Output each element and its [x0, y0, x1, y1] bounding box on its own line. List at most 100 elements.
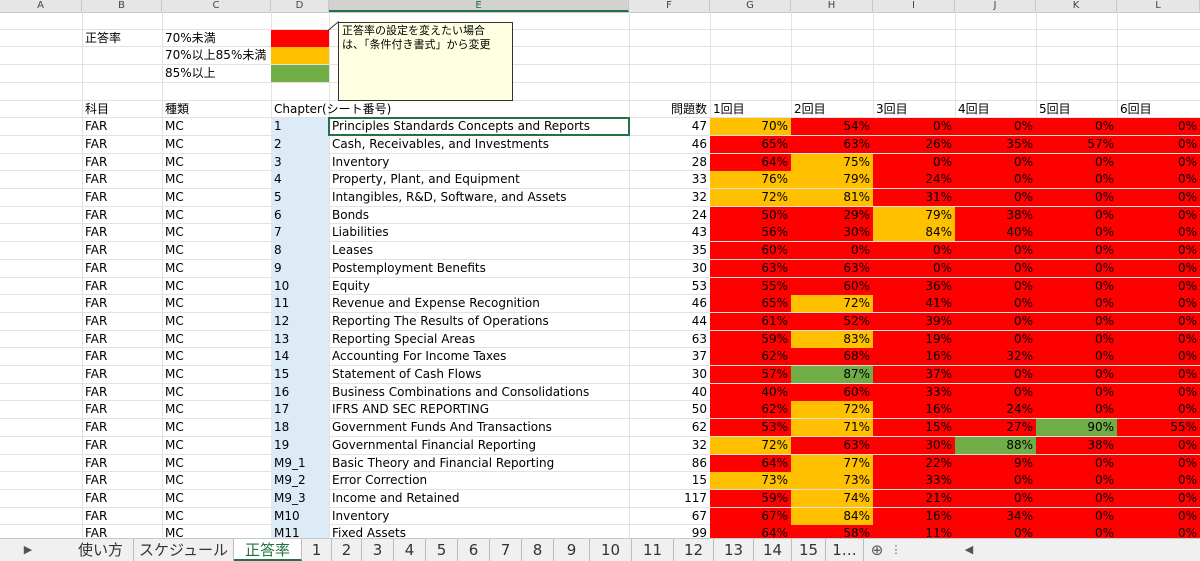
column-header-l[interactable]: L — [1117, 0, 1200, 12]
column-header-h[interactable]: H — [791, 0, 873, 12]
score-cell[interactable]: 67% — [710, 508, 791, 525]
score-cell[interactable]: 32% — [955, 348, 1036, 365]
count-cell[interactable]: 117 — [629, 490, 710, 507]
type-cell[interactable]: MC — [162, 384, 271, 401]
chapter-cell[interactable]: M9_2 — [271, 472, 329, 489]
score-cell[interactable]: 0% — [1117, 508, 1200, 525]
type-cell[interactable]: MC — [162, 154, 271, 171]
score-cell[interactable]: 72% — [791, 295, 873, 312]
score-cell[interactable]: 27% — [955, 419, 1036, 436]
title-cell[interactable]: Inventory — [329, 508, 629, 525]
chapter-cell[interactable]: 3 — [271, 154, 329, 171]
type-cell[interactable]: MC — [162, 401, 271, 418]
chapter-cell[interactable]: 9 — [271, 260, 329, 277]
title-cell[interactable]: Business Combinations and Consolidations — [329, 384, 629, 401]
score-cell[interactable]: 0% — [1036, 525, 1117, 538]
type-cell[interactable]: MC — [162, 260, 271, 277]
title-cell[interactable]: IFRS AND SEC REPORTING — [329, 401, 629, 418]
column-header-a[interactable]: A — [0, 0, 82, 12]
score-cell[interactable]: 24% — [873, 171, 955, 188]
score-cell[interactable]: 60% — [791, 384, 873, 401]
title-cell[interactable]: Basic Theory and Financial Reporting — [329, 455, 629, 472]
type-cell[interactable]: MC — [162, 331, 271, 348]
score-cell[interactable]: 63% — [791, 437, 873, 454]
subject-cell[interactable]: FAR — [82, 455, 162, 472]
score-cell[interactable]: 26% — [873, 136, 955, 153]
score-cell[interactable]: 0% — [1036, 260, 1117, 277]
count-cell[interactable]: 53 — [629, 278, 710, 295]
score-cell[interactable]: 56% — [710, 224, 791, 241]
score-cell[interactable]: 72% — [791, 401, 873, 418]
type-cell[interactable]: MC — [162, 313, 271, 330]
count-cell[interactable]: 30 — [629, 366, 710, 383]
type-cell[interactable]: MC — [162, 207, 271, 224]
score-cell[interactable]: 0% — [1117, 224, 1200, 241]
score-cell[interactable]: 0% — [955, 278, 1036, 295]
column-header-k[interactable]: K — [1036, 0, 1117, 12]
score-cell[interactable]: 62% — [710, 348, 791, 365]
count-cell[interactable]: 46 — [629, 136, 710, 153]
count-cell[interactable]: 62 — [629, 419, 710, 436]
score-cell[interactable]: 0% — [1117, 525, 1200, 538]
sheet-tab[interactable]: 7 — [490, 539, 522, 561]
score-cell[interactable]: 19% — [873, 331, 955, 348]
score-cell[interactable]: 54% — [791, 118, 873, 135]
score-cell[interactable]: 74% — [791, 490, 873, 507]
sheet-tab[interactable]: 8 — [522, 539, 554, 561]
chapter-cell[interactable]: 17 — [271, 401, 329, 418]
subject-cell[interactable]: FAR — [82, 490, 162, 507]
title-cell[interactable]: Inventory — [329, 154, 629, 171]
column-header-b[interactable]: B — [82, 0, 162, 12]
subject-cell[interactable]: FAR — [82, 313, 162, 330]
title-cell[interactable]: Reporting Special Areas — [329, 331, 629, 348]
column-header-f[interactable]: F — [629, 0, 710, 12]
column-header-e[interactable]: E — [329, 0, 629, 12]
count-cell[interactable]: 35 — [629, 242, 710, 259]
subject-cell[interactable]: FAR — [82, 348, 162, 365]
score-cell[interactable]: 0% — [955, 313, 1036, 330]
chapter-cell[interactable]: 15 — [271, 366, 329, 383]
sheet-tab[interactable]: 13 — [714, 539, 754, 561]
count-cell[interactable]: 15 — [629, 472, 710, 489]
score-cell[interactable]: 75% — [791, 154, 873, 171]
subject-cell[interactable]: FAR — [82, 525, 162, 538]
score-cell[interactable]: 63% — [791, 260, 873, 277]
score-cell[interactable]: 0% — [1036, 348, 1117, 365]
title-cell[interactable]: Fixed Assets — [329, 525, 629, 538]
chapter-cell[interactable]: 12 — [271, 313, 329, 330]
score-cell[interactable]: 33% — [873, 384, 955, 401]
chapter-cell[interactable]: 8 — [271, 242, 329, 259]
horizontal-scroll-left-icon[interactable]: ◀ — [962, 539, 976, 561]
sheet-tab[interactable]: 1 — [302, 539, 332, 561]
title-cell[interactable]: Leases — [329, 242, 629, 259]
score-cell[interactable]: 64% — [710, 154, 791, 171]
chapter-cell[interactable]: 14 — [271, 348, 329, 365]
title-cell[interactable]: Accounting For Income Taxes — [329, 348, 629, 365]
chapter-cell[interactable]: M9_3 — [271, 490, 329, 507]
subject-cell[interactable]: FAR — [82, 401, 162, 418]
score-cell[interactable]: 73% — [710, 472, 791, 489]
score-cell[interactable]: 84% — [873, 224, 955, 241]
count-cell[interactable]: 40 — [629, 384, 710, 401]
score-cell[interactable]: 0% — [1036, 508, 1117, 525]
title-cell[interactable]: Liabilities — [329, 224, 629, 241]
score-cell[interactable]: 0% — [955, 189, 1036, 206]
score-cell[interactable]: 9% — [955, 455, 1036, 472]
add-sheet-icon[interactable]: ⊕ — [866, 539, 888, 561]
subject-cell[interactable]: FAR — [82, 508, 162, 525]
score-cell[interactable]: 39% — [873, 313, 955, 330]
type-cell[interactable]: MC — [162, 278, 271, 295]
score-cell[interactable]: 0% — [1117, 401, 1200, 418]
title-cell[interactable]: Postemployment Benefits — [329, 260, 629, 277]
score-cell[interactable]: 0% — [1117, 490, 1200, 507]
chapter-cell[interactable]: 1 — [271, 118, 329, 135]
chapter-cell[interactable]: 5 — [271, 189, 329, 206]
score-cell[interactable]: 41% — [873, 295, 955, 312]
score-cell[interactable]: 0% — [1117, 278, 1200, 295]
title-cell[interactable]: Equity — [329, 278, 629, 295]
title-cell[interactable]: Income and Retained — [329, 490, 629, 507]
chapter-cell[interactable]: M11 — [271, 525, 329, 538]
score-cell[interactable]: 65% — [710, 295, 791, 312]
score-cell[interactable]: 0% — [873, 118, 955, 135]
score-cell[interactable]: 0% — [1036, 384, 1117, 401]
